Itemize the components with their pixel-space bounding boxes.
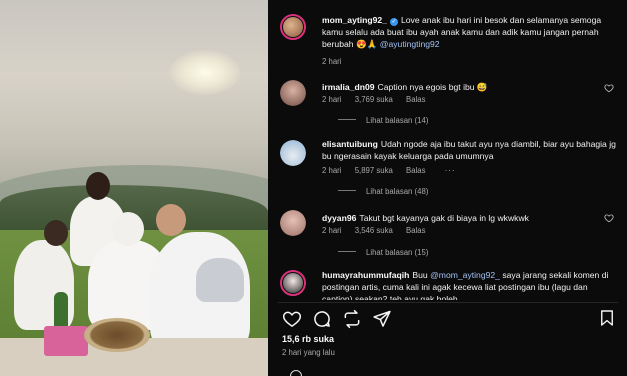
emoji-icon[interactable] [290,370,302,376]
comment-item: humayrahummufaqih Buu @mom_ayting92_ saya… [280,268,620,300]
comment-username[interactable]: irmalia_dn09 [322,82,375,92]
view-replies-label: Lihat balasan (14) [366,116,429,125]
caption-emojis: 😍🙏 [355,39,378,50]
comment-username[interactable]: elisantuibung [322,139,378,149]
avatar[interactable] [280,140,306,166]
comment-item: irmalia_dn09 Caption nya egois bgt ibu 😅 … [280,80,620,130]
avatar[interactable] [280,14,306,40]
comment-likes[interactable]: 3,769 suka [355,95,393,104]
comment-text: humayrahummufaqih Buu @mom_ayting92_ saya… [322,269,620,300]
caption-time: 2 hari [322,57,342,66]
avatar[interactable] [280,270,306,296]
sun-glow [170,50,240,95]
heart-icon[interactable] [282,309,302,329]
comment-meta: 2 hari 3,769 suka Balas [322,95,437,104]
post-action-bar [278,302,618,329]
food-basket [84,318,150,352]
comment-likes[interactable]: 5,897 suka [355,166,393,175]
view-replies-label: Lihat balasan (15) [366,248,429,257]
comment-item: elisantuibung Udah ngode aja ibu takut ay… [280,138,620,198]
person-head-cap [156,204,186,236]
comment-likes[interactable]: 3,546 suka [355,226,393,235]
comment-item: dyyan96 Takut bgt kayanya gak di biaya in… [280,210,620,260]
heart-icon[interactable] [604,213,614,223]
avatar[interactable] [280,210,306,236]
person-head [44,220,68,246]
post-photo[interactable] [0,0,268,376]
caption-meta: 2 hari [322,57,353,66]
comment-meta: 2 hari 5,897 suka Balas ··· [322,166,467,175]
comment-body: Buu [412,270,428,280]
comment-time: 2 hari [322,226,342,235]
repost-icon[interactable] [342,309,362,329]
divider [338,119,356,120]
comment-mention[interactable]: @mom_ayting92_ [430,270,500,280]
comment-time: 2 hari [322,166,342,175]
add-comment-row[interactable] [280,370,620,376]
view-replies-button[interactable]: Lihat balasan (14) [338,116,428,125]
caption-mention[interactable]: @ayutingting92 [380,39,440,49]
bookmark-icon[interactable] [600,309,614,327]
person-head-hijab [112,212,144,246]
person-baby [196,258,244,302]
post-caption: mom_ayting92_ ✓ Love anak ibu hari ini bes… [280,14,620,68]
comments-panel: mom_ayting92_ ✓ Love anak ibu hari ini bes… [268,0,627,376]
caption-username[interactable]: mom_ayting92_ [322,15,387,25]
comment-username[interactable]: humayrahummufaqih [322,270,409,280]
person-head [86,172,110,200]
caption-text: mom_ayting92_ ✓ Love anak ibu hari ini bes… [322,14,620,51]
post-time: 2 hari yang lalu [282,348,335,357]
reply-button[interactable]: Balas [406,166,426,175]
comment-text: dyyan96 Takut bgt kayanya gak di biaya in… [322,212,620,224]
reply-button[interactable]: Balas [406,226,426,235]
heart-icon[interactable] [604,83,614,93]
more-options-icon[interactable]: ··· [445,166,456,175]
pink-bag [44,326,88,356]
comment-meta: 2 hari 3,546 suka Balas [322,226,437,235]
avatar[interactable] [280,80,306,106]
view-replies-label: Lihat balasan (48) [366,187,429,196]
comment-text: irmalia_dn09 Caption nya egois bgt ibu 😅 [322,81,620,93]
reply-button[interactable]: Balas [406,95,426,104]
view-replies-button[interactable]: Lihat balasan (15) [338,248,428,257]
divider [338,251,356,252]
like-count[interactable]: 15,6 rb suka [282,334,334,344]
comment-text: elisantuibung Udah ngode aja ibu takut ay… [322,138,620,162]
share-icon[interactable] [372,309,392,329]
comment-bubble-icon[interactable] [312,309,332,329]
view-replies-button[interactable]: Lihat balasan (48) [338,187,428,196]
comment-body: Caption nya egois bgt ibu 😅 [377,82,488,92]
comment-time: 2 hari [322,95,342,104]
comment-username[interactable]: dyyan96 [322,213,356,223]
comment-body: Takut bgt kayanya gak di biaya in lg wkw… [359,213,529,223]
divider [338,190,356,191]
verified-badge-icon: ✓ [389,18,398,26]
